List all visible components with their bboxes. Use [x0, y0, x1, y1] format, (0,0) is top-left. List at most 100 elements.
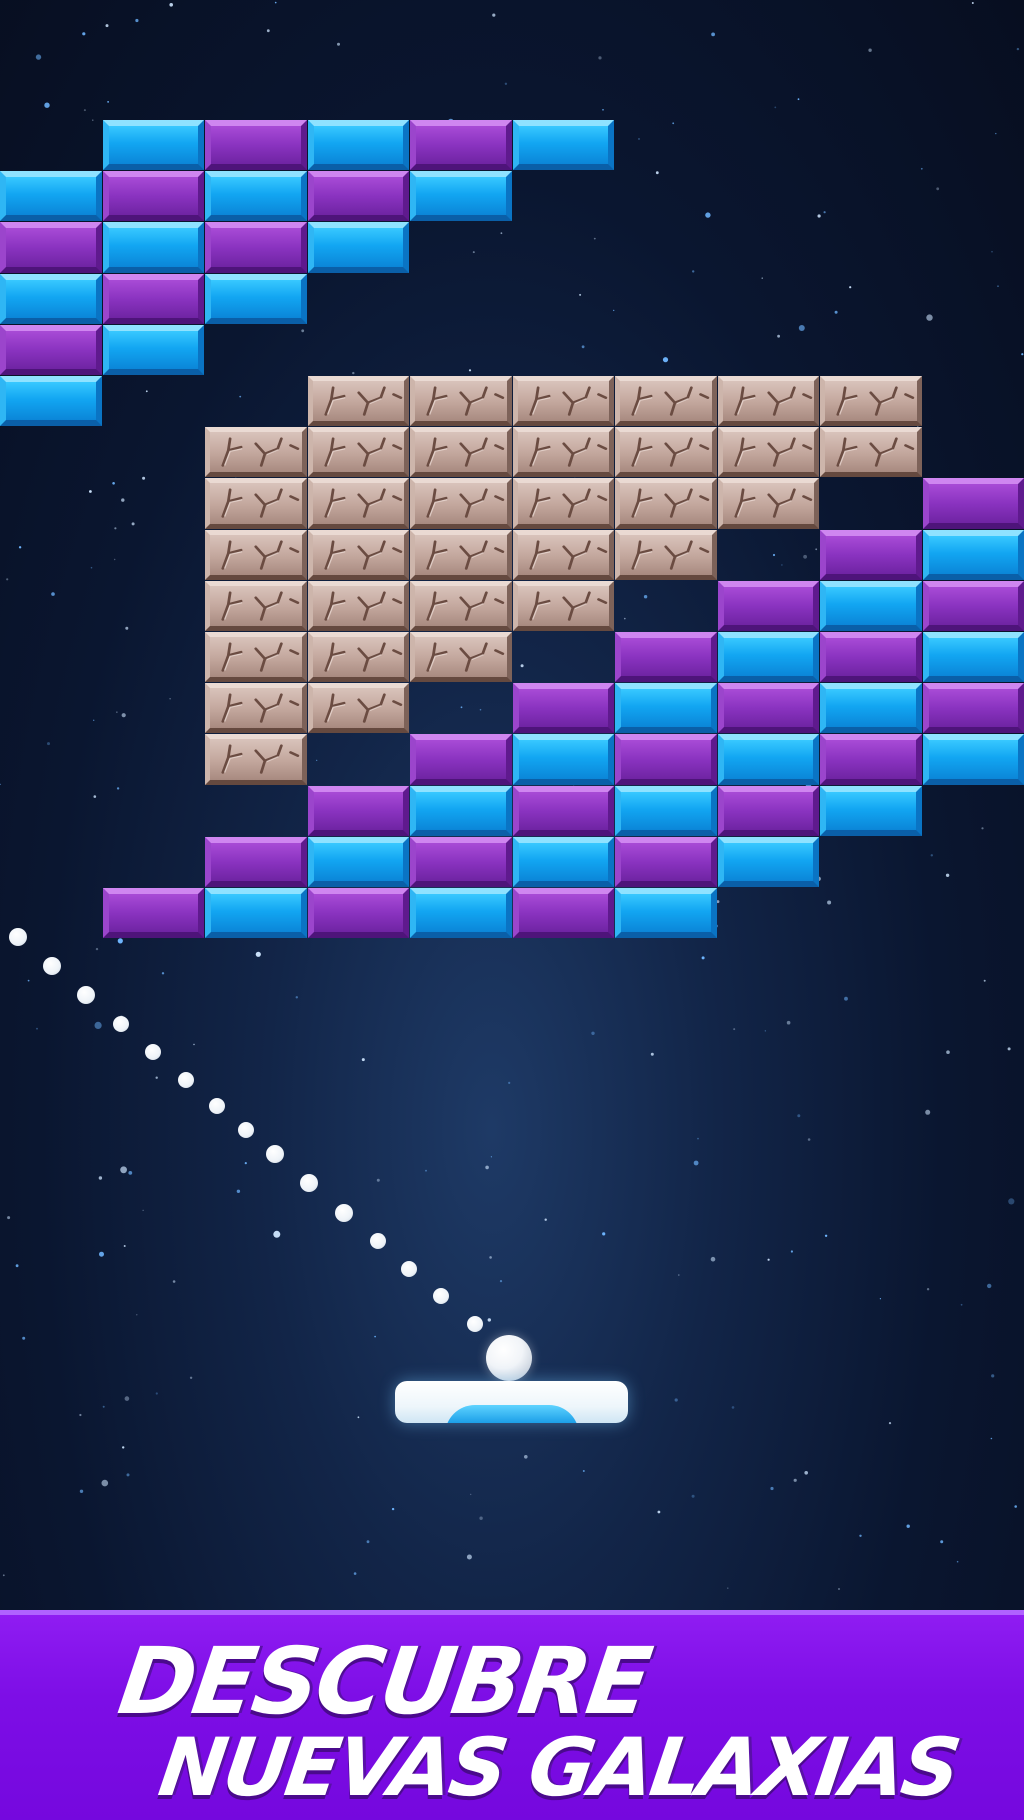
blue-brick: [717, 632, 819, 683]
stone-brick: [307, 683, 409, 734]
banner-subheadline: NUEVAS GALAXIAS: [153, 1721, 964, 1814]
purple-brick: [922, 683, 1024, 734]
blue-brick: [512, 120, 614, 171]
aim-dot: [467, 1316, 483, 1332]
blue-brick: [205, 273, 307, 324]
purple-brick: [512, 888, 614, 939]
stone-brick: [615, 478, 717, 529]
aim-dot: [178, 1072, 194, 1088]
stone-brick: [512, 427, 614, 478]
stone-brick: [205, 632, 307, 683]
purple-brick: [717, 785, 819, 836]
stone-brick: [717, 376, 819, 427]
purple-brick: [615, 734, 717, 785]
stone-brick: [410, 478, 512, 529]
stone-brick: [307, 632, 409, 683]
stone-brick: [410, 427, 512, 478]
stone-brick: [717, 427, 819, 478]
blue-brick: [307, 836, 409, 887]
aim-dot: [238, 1122, 254, 1138]
purple-brick: [0, 222, 102, 273]
stone-brick: [205, 683, 307, 734]
stone-brick: [820, 376, 922, 427]
aim-dot: [335, 1204, 353, 1222]
blue-brick: [410, 888, 512, 939]
blue-brick: [820, 580, 922, 631]
banner-headline: DESCUBRE: [112, 1628, 656, 1735]
aim-dot: [266, 1145, 284, 1163]
purple-brick: [205, 222, 307, 273]
stone-brick: [307, 529, 409, 580]
stone-brick: [820, 427, 922, 478]
stone-brick: [307, 478, 409, 529]
purple-brick: [717, 683, 819, 734]
stone-brick: [410, 580, 512, 631]
aim-dot: [401, 1261, 417, 1277]
aim-dot: [370, 1233, 386, 1249]
blue-brick: [512, 836, 614, 887]
stone-brick: [205, 427, 307, 478]
aim-dot: [43, 957, 61, 975]
purple-brick: [820, 734, 922, 785]
blue-brick: [820, 683, 922, 734]
blue-brick: [0, 273, 102, 324]
purple-brick: [102, 273, 204, 324]
purple-brick: [512, 683, 614, 734]
paddle[interactable]: [395, 1381, 628, 1423]
blue-brick: [410, 785, 512, 836]
stone-brick: [307, 427, 409, 478]
stone-brick: [512, 580, 614, 631]
purple-brick: [922, 580, 1024, 631]
purple-brick: [205, 836, 307, 887]
stone-brick: [512, 529, 614, 580]
stone-brick: [512, 376, 614, 427]
blue-brick: [0, 376, 102, 427]
purple-brick: [0, 324, 102, 375]
purple-brick: [102, 888, 204, 939]
stone-brick: [410, 632, 512, 683]
stone-brick: [410, 529, 512, 580]
blue-brick: [717, 734, 819, 785]
aim-dot: [113, 1016, 129, 1032]
aim-dot: [300, 1174, 318, 1192]
purple-brick: [307, 171, 409, 222]
blue-brick: [512, 734, 614, 785]
blue-brick: [922, 632, 1024, 683]
purple-brick: [410, 120, 512, 171]
aim-dot: [77, 986, 95, 1004]
blue-brick: [307, 120, 409, 171]
stone-brick: [615, 427, 717, 478]
purple-brick: [922, 478, 1024, 529]
ball: [486, 1335, 532, 1381]
aim-dot: [145, 1044, 161, 1060]
blue-brick: [615, 785, 717, 836]
aim-dot: [209, 1098, 225, 1114]
purple-brick: [615, 632, 717, 683]
stone-brick: [717, 478, 819, 529]
blue-brick: [615, 888, 717, 939]
blue-brick: [922, 734, 1024, 785]
paddle-glow: [445, 1405, 579, 1423]
purple-brick: [410, 734, 512, 785]
stone-brick: [205, 478, 307, 529]
blue-brick: [0, 171, 102, 222]
purple-brick: [820, 632, 922, 683]
purple-brick: [717, 580, 819, 631]
blue-brick: [307, 222, 409, 273]
stone-brick: [205, 734, 307, 785]
stone-brick: [205, 529, 307, 580]
stone-brick: [615, 529, 717, 580]
stone-brick: [307, 376, 409, 427]
stone-brick: [410, 376, 512, 427]
blue-brick: [102, 120, 204, 171]
purple-brick: [307, 888, 409, 939]
blue-brick: [205, 171, 307, 222]
stone-brick: [307, 580, 409, 631]
purple-brick: [102, 171, 204, 222]
stone-brick: [615, 376, 717, 427]
purple-brick: [410, 836, 512, 887]
purple-brick: [615, 836, 717, 887]
blue-brick: [102, 222, 204, 273]
blue-brick: [922, 529, 1024, 580]
stone-brick: [205, 580, 307, 631]
